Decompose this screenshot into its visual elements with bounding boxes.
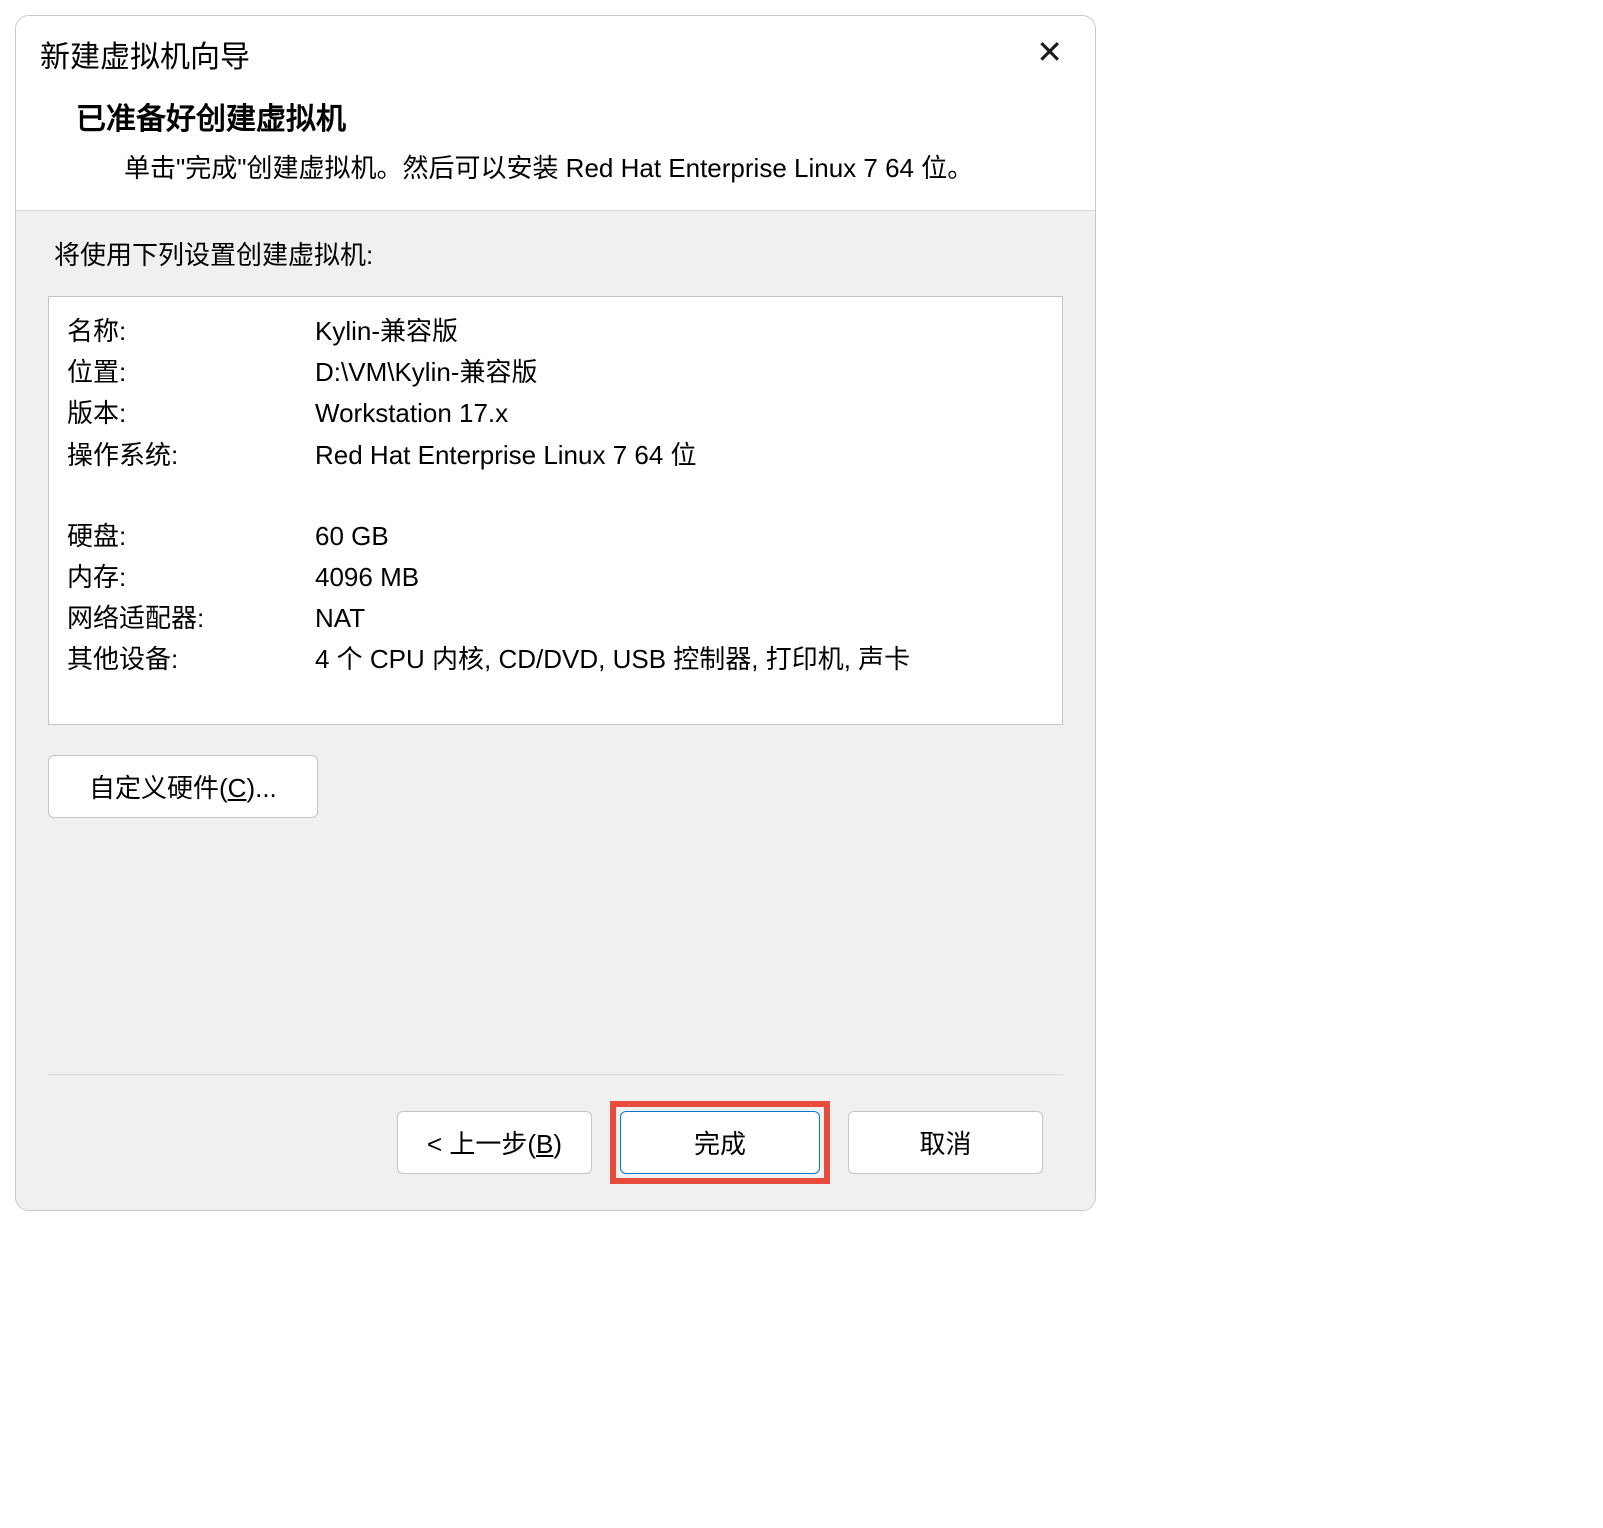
setting-value: Red Hat Enterprise Linux 7 64 位 [315, 435, 1044, 476]
close-icon[interactable]: ✕ [1028, 32, 1071, 72]
dialog-title: 新建虚拟机向导 [40, 32, 250, 76]
setting-label: 操作系统: [67, 435, 315, 476]
setting-label: 版本: [67, 393, 315, 434]
setting-label: 内存: [67, 557, 315, 598]
body-section: 将使用下列设置创建虚拟机: 名称: Kylin-兼容版 位置: D:\VM\Ky… [16, 211, 1095, 1210]
setting-label: 名称: [67, 311, 315, 352]
setting-row-os: 操作系统: Red Hat Enterprise Linux 7 64 位 [67, 435, 1044, 476]
new-vm-wizard-dialog: 新建虚拟机向导 ✕ 已准备好创建虚拟机 单击"完成"创建虚拟机。然后可以安装 R… [15, 15, 1096, 1211]
settings-summary-box: 名称: Kylin-兼容版 位置: D:\VM\Kylin-兼容版 版本: Wo… [48, 296, 1063, 725]
setting-value: Workstation 17.x [315, 393, 1044, 434]
finish-button-highlight: 完成 [610, 1101, 830, 1184]
setting-value: Kylin-兼容版 [315, 311, 1044, 352]
setting-value: NAT [315, 598, 1044, 639]
header-subtitle: 单击"完成"创建虚拟机。然后可以安装 Red Hat Enterprise Li… [124, 148, 1004, 188]
cancel-button[interactable]: 取消 [848, 1111, 1043, 1174]
setting-value: 4096 MB [315, 557, 1044, 598]
header-section: 已准备好创建虚拟机 单击"完成"创建虚拟机。然后可以安装 Red Hat Ent… [16, 82, 1095, 211]
customize-hardware-button[interactable]: 自定义硬件(C)... [48, 755, 318, 818]
setting-row-location: 位置: D:\VM\Kylin-兼容版 [67, 352, 1044, 393]
setting-row-name: 名称: Kylin-兼容版 [67, 311, 1044, 352]
setting-value: 4 个 CPU 内核, CD/DVD, USB 控制器, 打印机, 声卡 [315, 639, 1044, 680]
back-button[interactable]: < 上一步(B) [397, 1111, 592, 1174]
setting-value: 60 GB [315, 516, 1044, 557]
finish-button[interactable]: 完成 [620, 1111, 820, 1174]
footer-buttons: < 上一步(B) 完成 取消 [48, 1074, 1063, 1210]
setting-value: D:\VM\Kylin-兼容版 [315, 352, 1044, 393]
setting-row-memory: 内存: 4096 MB [67, 557, 1044, 598]
header-title: 已准备好创建虚拟机 [76, 94, 1035, 138]
setting-row-disk: 硬盘: 60 GB [67, 516, 1044, 557]
title-bar: 新建虚拟机向导 ✕ [16, 16, 1095, 82]
setting-label: 其他设备: [67, 639, 315, 680]
setting-row-other: 其他设备: 4 个 CPU 内核, CD/DVD, USB 控制器, 打印机, … [67, 639, 1044, 680]
setting-label: 位置: [67, 352, 315, 393]
settings-intro: 将使用下列设置创建虚拟机: [54, 235, 1063, 272]
setting-row-version: 版本: Workstation 17.x [67, 393, 1044, 434]
setting-row-network: 网络适配器: NAT [67, 598, 1044, 639]
setting-label: 硬盘: [67, 516, 315, 557]
setting-label: 网络适配器: [67, 598, 315, 639]
